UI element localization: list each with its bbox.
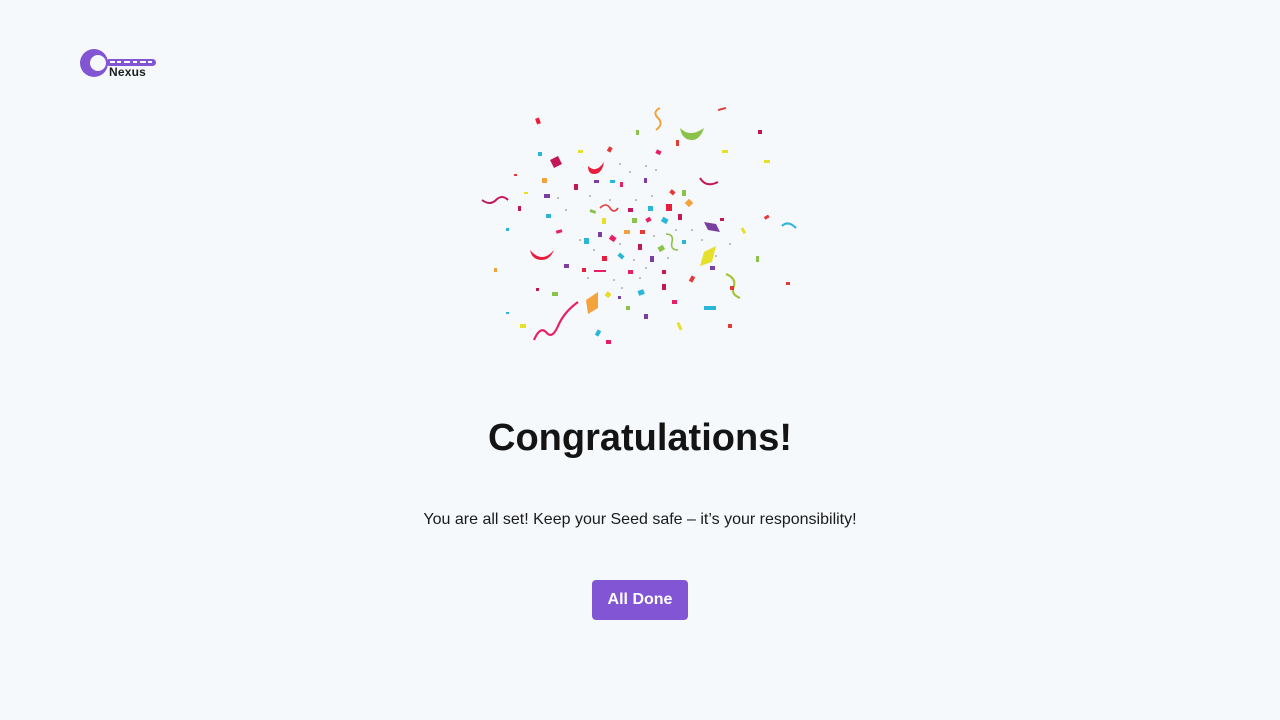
brand-logo: Nexus	[80, 48, 160, 82]
brand-name: Nexus	[109, 65, 147, 79]
success-message: You are all set! Keep your Seed safe – i…	[423, 511, 857, 528]
page-title: Congratulations!	[488, 417, 792, 459]
page: Nexus Congratulations! You are all set! …	[0, 0, 1280, 720]
confetti-icon	[481, 106, 797, 344]
all-done-button[interactable]: All Done	[592, 580, 688, 620]
